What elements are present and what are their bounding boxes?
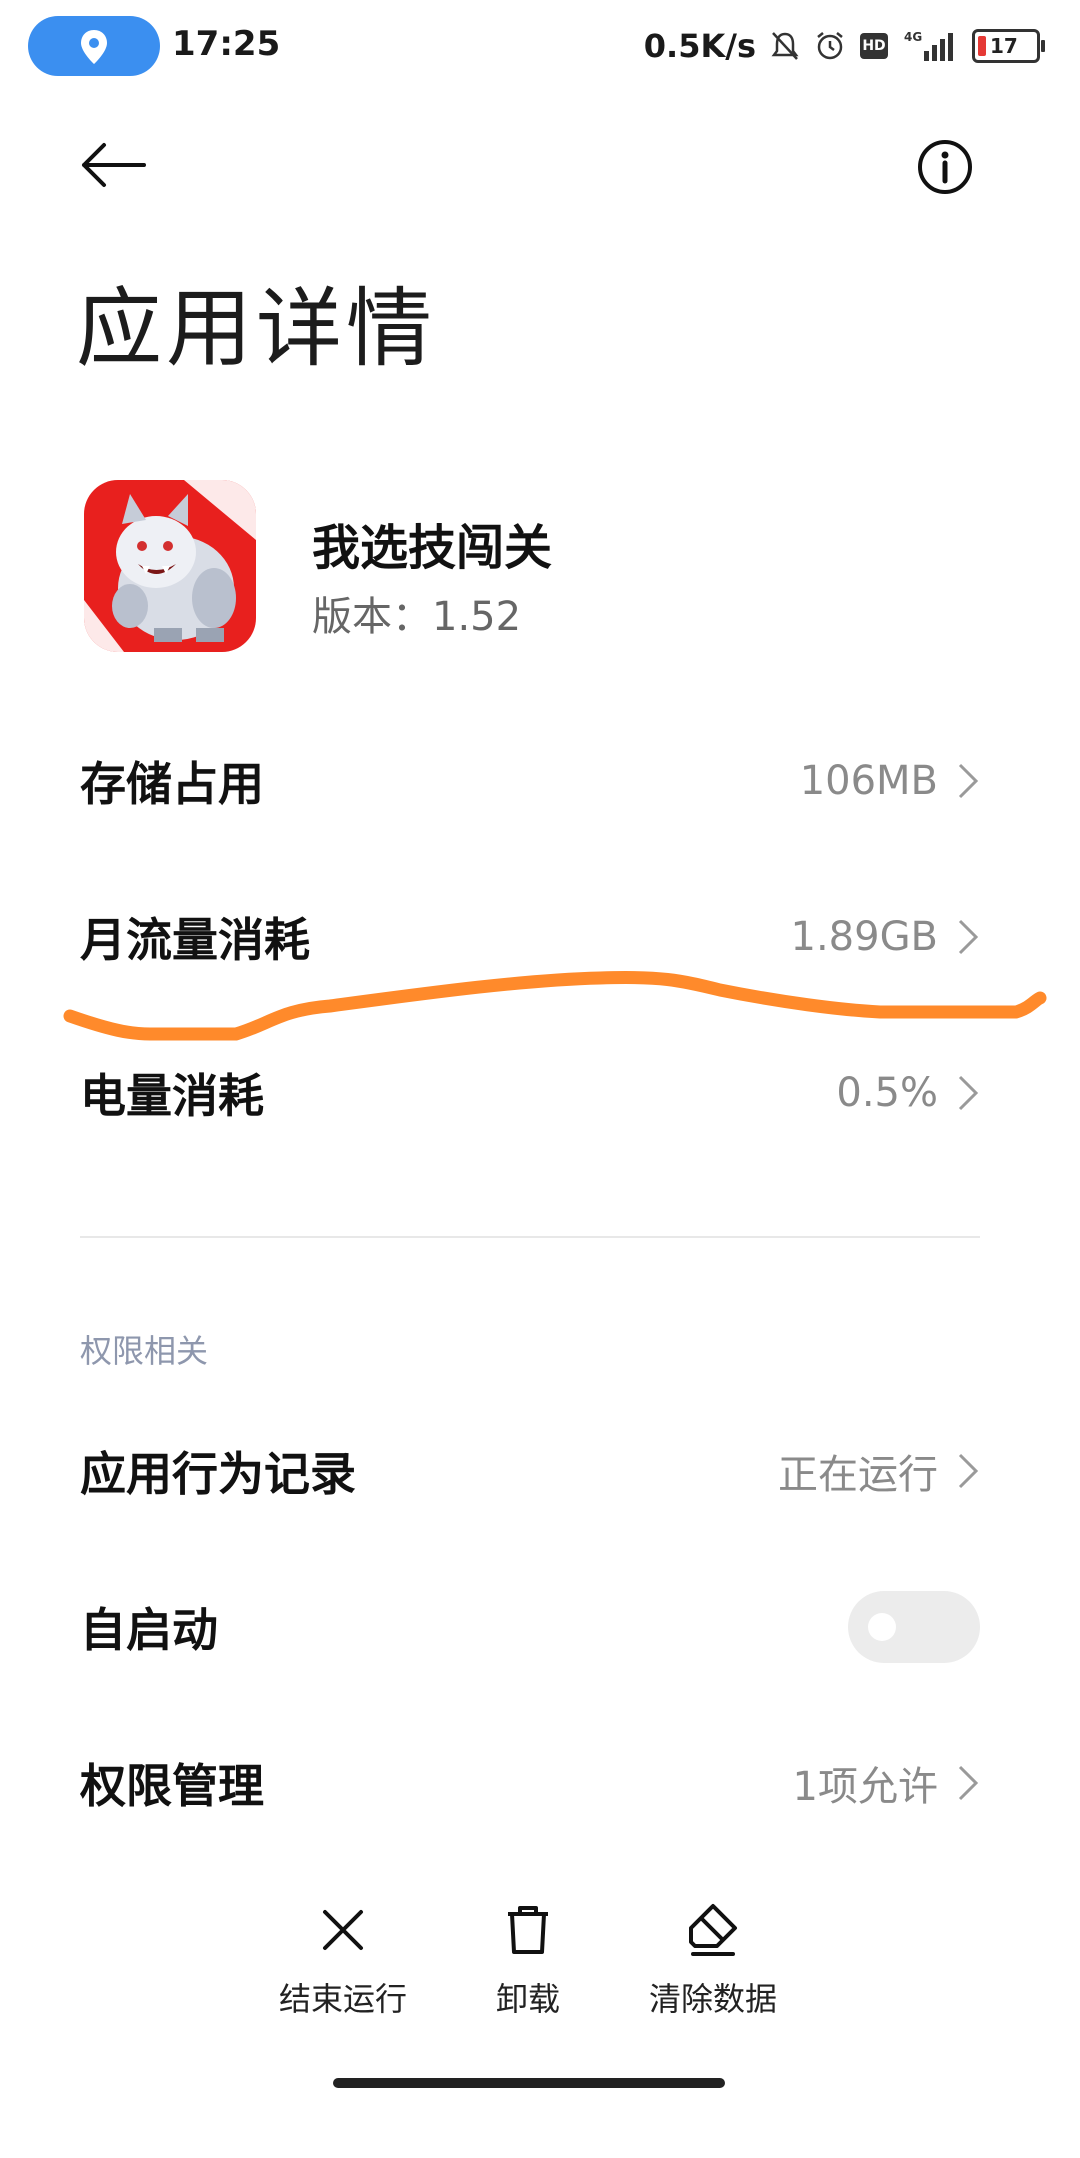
row-value: 正在运行 bbox=[778, 1452, 938, 1498]
divider bbox=[80, 1236, 980, 1238]
action-label: 卸载 bbox=[495, 1980, 560, 2018]
action-label: 清除数据 bbox=[648, 1980, 777, 2018]
app-name: 我选技闯关 bbox=[312, 520, 553, 576]
svg-text:4G: 4G bbox=[904, 30, 922, 44]
toggle-knob bbox=[868, 1613, 896, 1641]
row-label: 存储占用 bbox=[80, 757, 264, 811]
chevron-right-icon bbox=[958, 1453, 979, 1489]
row-label: 电量消耗 bbox=[80, 1069, 264, 1123]
battery-level: 17 bbox=[990, 34, 1018, 58]
permission-management-row[interactable]: 权限管理 1项允许 bbox=[80, 1728, 980, 1838]
app-icon bbox=[84, 480, 256, 652]
section-header: 权限相关 bbox=[80, 1332, 209, 1370]
row-value: 1.89GB bbox=[790, 914, 939, 960]
chevron-right-icon bbox=[958, 1765, 979, 1801]
chevron-right-icon bbox=[958, 919, 979, 955]
row-label: 自启动 bbox=[80, 1603, 218, 1657]
close-icon bbox=[323, 1910, 363, 1950]
row-label: 月流量消耗 bbox=[80, 913, 310, 967]
signal-icon: 4G bbox=[904, 30, 953, 61]
clear-data-button[interactable]: 清除数据 bbox=[613, 1900, 813, 2020]
eraser-icon bbox=[689, 1904, 737, 1956]
autostart-toggle[interactable] bbox=[848, 1591, 980, 1663]
row-value: 0.5% bbox=[836, 1070, 938, 1116]
battery-icon: 17 bbox=[972, 29, 1045, 63]
alarm-icon bbox=[817, 32, 843, 60]
action-label: 结束运行 bbox=[278, 1980, 407, 2018]
row-label: 权限管理 bbox=[80, 1759, 264, 1813]
location-icon bbox=[81, 30, 107, 64]
home-indicator[interactable] bbox=[333, 2078, 725, 2088]
info-icon bbox=[918, 140, 972, 194]
data-usage-row[interactable]: 月流量消耗 1.89GB bbox=[80, 882, 980, 992]
trash-icon bbox=[508, 1906, 548, 1954]
location-pill[interactable] bbox=[28, 16, 160, 76]
chevron-right-icon bbox=[958, 1075, 979, 1111]
storage-row[interactable]: 存储占用 106MB bbox=[80, 726, 980, 836]
net-speed: 0.5K/s bbox=[643, 27, 756, 65]
app-version: 版本：1.52 bbox=[312, 594, 522, 640]
row-value: 1项允许 bbox=[792, 1764, 938, 1810]
behavior-record-row[interactable]: 应用行为记录 正在运行 bbox=[80, 1416, 980, 1526]
battery-usage-row[interactable]: 电量消耗 0.5% bbox=[80, 1038, 980, 1148]
info-button[interactable] bbox=[916, 138, 974, 196]
chevron-right-icon bbox=[958, 763, 979, 799]
status-time: 17:25 bbox=[172, 24, 281, 64]
uninstall-button[interactable]: 卸载 bbox=[428, 1900, 628, 2020]
row-value: 106MB bbox=[799, 758, 938, 804]
row-label: 应用行为记录 bbox=[80, 1447, 356, 1501]
status-bar: 17:25 0.5K/s HD 4G 17 bbox=[0, 0, 1080, 100]
status-icons: 0.5K/s HD 4G 17 bbox=[643, 22, 1045, 70]
page-title: 应用详情 bbox=[76, 279, 436, 379]
force-stop-button[interactable]: 结束运行 bbox=[243, 1900, 443, 2020]
arrow-left-icon bbox=[82, 143, 146, 187]
mute-bell-icon bbox=[771, 32, 799, 60]
back-button[interactable] bbox=[80, 140, 150, 190]
autostart-row: 自启动 bbox=[80, 1572, 980, 1682]
bottom-action-bar: 结束运行 卸载 清除数据 bbox=[0, 1900, 1080, 2050]
hd-icon: HD bbox=[860, 33, 888, 59]
